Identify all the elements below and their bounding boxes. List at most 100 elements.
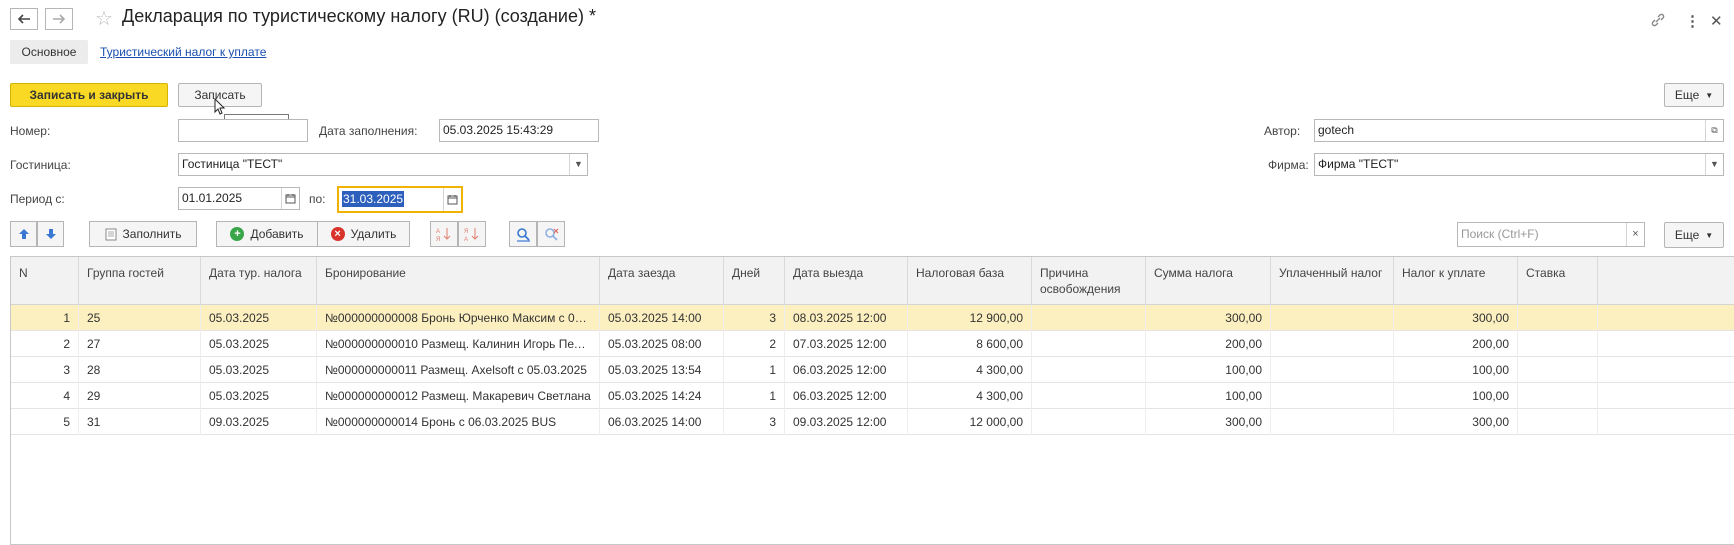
- search-cancel-icon: [544, 227, 558, 241]
- cell-guest-group: 25: [79, 305, 201, 331]
- column-header-departure-date[interactable]: Дата выезда: [785, 257, 908, 305]
- clear-icon[interactable]: ×: [1626, 223, 1644, 246]
- column-header-tax-to-pay[interactable]: Налог к уплате: [1394, 257, 1518, 305]
- cell-tax-amount: 100,00: [1146, 357, 1271, 383]
- cell-tax-date: 05.03.2025: [201, 357, 317, 383]
- table-row[interactable]: 1 25 05.03.2025 №000000000008 Бронь Юрченко…: [11, 305, 1734, 331]
- delete-button[interactable]: × Удалить: [317, 221, 410, 247]
- delete-icon: ×: [330, 227, 345, 241]
- more-button[interactable]: Еще ▼: [1664, 83, 1724, 107]
- cell-guest-group: 28: [79, 357, 201, 383]
- cell-booking: №000000000014 Бронь с 06.03.2025 BUS: [317, 409, 600, 435]
- sort-ascending-icon: AЯ: [436, 228, 451, 242]
- svg-text:A: A: [436, 229, 440, 235]
- number-field[interactable]: [178, 119, 308, 142]
- move-up-button[interactable]: [10, 221, 37, 247]
- cell-booking: №000000000010 Размещ. Калинин Игорь Петр…: [317, 331, 600, 357]
- cell-tax-to-pay: 100,00: [1394, 357, 1518, 383]
- cell-n: 3: [11, 357, 79, 383]
- sort-desc-button[interactable]: ЯA: [458, 221, 486, 247]
- cell-tax-amount: 300,00: [1146, 305, 1271, 331]
- cell-tax-base: 4 300,00: [908, 357, 1032, 383]
- column-header-exemption-reason[interactable]: Причина освобождения: [1032, 257, 1146, 305]
- arrow-right-icon: [53, 14, 66, 24]
- search-input[interactable]: Поиск (Ctrl+F) ×: [1457, 222, 1645, 247]
- cell-paid-tax: [1271, 409, 1394, 435]
- table-row[interactable]: 4 29 05.03.2025 №000000000012 Размещ. Макар…: [11, 383, 1734, 409]
- column-header-days[interactable]: Дней: [724, 257, 785, 305]
- cell-paid-tax: [1271, 357, 1394, 383]
- cell-tax-amount: 100,00: [1146, 383, 1271, 409]
- firm-field[interactable]: Фирма "ТЕСТ" ▼: [1314, 153, 1724, 176]
- arrow-up-icon: [18, 229, 29, 239]
- fill-button[interactable]: Заполнить: [89, 221, 197, 247]
- cell-departure-date: 06.03.2025 12:00: [785, 357, 908, 383]
- author-field[interactable]: gotech ⧉: [1314, 119, 1724, 142]
- star-icon[interactable]: ☆: [95, 9, 113, 29]
- cell-rate: [1518, 331, 1598, 357]
- period-from-field[interactable]: 01.01.2025: [178, 187, 300, 210]
- calendar-icon[interactable]: [443, 188, 461, 211]
- column-header-tax-amount[interactable]: Сумма налога: [1146, 257, 1271, 305]
- close-icon[interactable]: ✕: [1710, 12, 1723, 30]
- fill-date-field[interactable]: 05.03.2025 15:43:29: [439, 119, 599, 142]
- declaration-table: N Группа гостей Дата тур. налога Бронирован…: [10, 256, 1734, 545]
- author-label: Автор:: [1264, 124, 1301, 138]
- cell-guest-group: 31: [79, 409, 201, 435]
- cell-tax-base: 12 900,00: [908, 305, 1032, 331]
- search-placeholder: Поиск (Ctrl+F): [1461, 227, 1539, 241]
- column-header-tax-date[interactable]: Дата тур. налога: [201, 257, 317, 305]
- search-icon: [516, 227, 530, 242]
- period-to-field[interactable]: 31.03.2025: [337, 186, 463, 213]
- table-more-label: Еще: [1674, 228, 1700, 242]
- column-header-paid-tax[interactable]: Уплаченный налог: [1271, 257, 1394, 305]
- tab-tourist-tax[interactable]: Туристический налог к уплате: [100, 40, 266, 64]
- cell-guest-group: 27: [79, 331, 201, 357]
- svg-text:Я: Я: [436, 237, 440, 242]
- sort-asc-button[interactable]: AЯ: [430, 221, 458, 247]
- more-vertical-icon[interactable]: ⋮: [1685, 12, 1700, 30]
- add-button[interactable]: + Добавить: [216, 221, 318, 247]
- cell-n: 4: [11, 383, 79, 409]
- hotel-label: Гостиница:: [10, 158, 71, 172]
- column-header-rate[interactable]: Ставка: [1518, 257, 1598, 305]
- cell-days: 3: [724, 305, 785, 331]
- find-button[interactable]: [509, 221, 537, 247]
- cell-paid-tax: [1271, 383, 1394, 409]
- column-header-guest-group[interactable]: Группа гостей: [79, 257, 201, 305]
- cell-paid-tax: [1271, 305, 1394, 331]
- table-row[interactable]: 2 27 05.03.2025 №000000000010 Размещ. Калин…: [11, 331, 1734, 357]
- move-down-button[interactable]: [37, 221, 64, 247]
- open-icon[interactable]: ⧉: [1705, 120, 1723, 141]
- column-header-tax-base[interactable]: Налоговая база: [908, 257, 1032, 305]
- document-icon: [105, 228, 117, 240]
- period-from-label: Период с:: [10, 192, 65, 206]
- cell-exemption-reason: [1032, 357, 1146, 383]
- table-row[interactable]: 3 28 05.03.2025 №000000000011 Размещ. Axels…: [11, 357, 1734, 383]
- cell-tax-base: 4 300,00: [908, 383, 1032, 409]
- column-header-arrival-date[interactable]: Дата заезда: [600, 257, 724, 305]
- tab-main[interactable]: Основное: [10, 40, 88, 64]
- cell-tax-base: 12 000,00: [908, 409, 1032, 435]
- hotel-field[interactable]: Гостиница "ТЕСТ" ▼: [178, 153, 588, 176]
- cell-rate: [1518, 409, 1598, 435]
- table-row[interactable]: 5 31 09.03.2025 №000000000014 Бронь с 06.03…: [11, 409, 1734, 435]
- link-icon[interactable]: [1650, 12, 1666, 32]
- cell-tax-date: 05.03.2025: [201, 383, 317, 409]
- back-button[interactable]: [10, 8, 38, 30]
- cancel-find-button[interactable]: [537, 221, 565, 247]
- caret-down-icon: ▼: [1705, 90, 1714, 100]
- column-header-booking[interactable]: Бронирование: [317, 257, 600, 305]
- number-label: Номер:: [10, 124, 51, 138]
- dropdown-icon[interactable]: ▼: [1705, 154, 1723, 175]
- calendar-icon[interactable]: [281, 188, 299, 209]
- hotel-value: Гостиница "ТЕСТ": [182, 157, 283, 171]
- dropdown-icon[interactable]: ▼: [569, 154, 587, 175]
- column-header-n[interactable]: N: [11, 257, 79, 305]
- table-more-button[interactable]: Еще ▼: [1664, 222, 1724, 248]
- cell-departure-date: 06.03.2025 12:00: [785, 383, 908, 409]
- cell-rate: [1518, 305, 1598, 331]
- save-and-close-button[interactable]: Записать и закрыть: [10, 83, 168, 107]
- cell-rate: [1518, 357, 1598, 383]
- forward-button[interactable]: [45, 8, 73, 30]
